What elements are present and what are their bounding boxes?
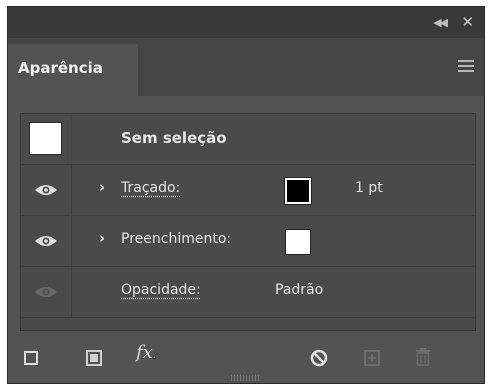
- opacity-row[interactable]: Opacidade: Padrão: [21, 267, 475, 318]
- collapse-panel-icon[interactable]: ◀◀: [433, 16, 448, 29]
- opacity-value[interactable]: Padrão: [275, 282, 323, 298]
- selection-row: Sem seleção: [21, 114, 475, 165]
- tab-appearance-label: Aparência: [18, 59, 103, 77]
- add-new-fill-icon[interactable]: [86, 350, 102, 366]
- appearance-list: Sem seleção › Traçado: 1 pt › Preenchime…: [20, 113, 476, 331]
- duplicate-item-icon: [364, 350, 380, 366]
- add-new-stroke-icon[interactable]: [24, 351, 38, 365]
- stroke-color-swatch[interactable]: [284, 177, 312, 205]
- stroke-label[interactable]: Traçado:: [121, 180, 180, 196]
- close-icon[interactable]: ✕: [461, 13, 474, 31]
- opacity-label[interactable]: Opacidade:: [121, 282, 201, 298]
- panel-titlebar: ◀◀ ✕: [8, 7, 484, 38]
- panel-resize-grip[interactable]: [231, 375, 261, 381]
- add-new-effect-icon[interactable]: fx.: [136, 342, 156, 363]
- clear-appearance-icon[interactable]: [310, 349, 328, 367]
- panel-menu-icon[interactable]: [458, 60, 474, 72]
- stroke-expand-chevron-icon[interactable]: ›: [99, 178, 105, 196]
- stroke-weight-value[interactable]: 1 pt: [355, 180, 383, 196]
- selection-label: Sem seleção: [121, 129, 227, 147]
- stroke-row[interactable]: › Traçado: 1 pt: [21, 165, 475, 216]
- opacity-visibility-eye-icon: [35, 287, 57, 297]
- panel-tabstrip: Aparência: [8, 38, 484, 96]
- selection-thumbnail: [29, 122, 62, 155]
- panel-footer-toolbar: fx.: [8, 339, 484, 381]
- fill-label[interactable]: Preenchimento:: [121, 231, 231, 247]
- tab-appearance[interactable]: Aparência: [8, 44, 138, 96]
- delete-item-icon: [416, 348, 430, 366]
- fill-expand-chevron-icon[interactable]: ›: [99, 229, 105, 247]
- appearance-panel: ◀◀ ✕ Aparência Sem seleção › Traçado: 1 …: [7, 6, 485, 384]
- fill-visibility-eye-icon[interactable]: [34, 233, 58, 249]
- fill-row[interactable]: › Preenchimento:: [21, 216, 475, 267]
- stroke-visibility-eye-icon[interactable]: [34, 182, 58, 198]
- fill-color-swatch[interactable]: [285, 229, 311, 255]
